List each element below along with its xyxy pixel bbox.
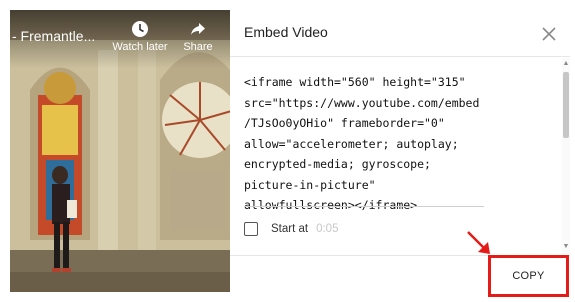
watch-later-button[interactable]: Watch later	[106, 20, 174, 53]
embed-dialog: Embed Video <iframe width="560" height="…	[230, 10, 570, 297]
video-title[interactable]: - Fremantle...	[12, 28, 95, 44]
share-arrow-icon	[191, 23, 205, 35]
start-at-checkbox[interactable]	[244, 222, 258, 236]
share-button[interactable]: Share	[178, 20, 218, 53]
scroll-down-arrow-icon[interactable]: ▼	[562, 243, 570, 251]
close-icon[interactable]	[541, 26, 557, 42]
embed-code-underline	[244, 206, 484, 207]
copy-highlight-box: COPY	[488, 255, 569, 297]
share-label: Share	[183, 41, 213, 53]
video-preview[interactable]: - Fremantle... Watch later Share	[10, 10, 230, 292]
copy-button[interactable]: COPY	[491, 258, 566, 294]
dialog-header-divider	[230, 56, 570, 57]
embed-code-textarea[interactable]: <iframe width="560" height="315" src="ht…	[244, 72, 484, 216]
start-at-row: Start at 0:05	[244, 220, 338, 238]
annotation-arrow-icon	[467, 231, 490, 254]
start-at-label: Start at	[271, 223, 309, 235]
scrollbar-thumb[interactable]	[563, 72, 569, 138]
clock-icon	[132, 21, 148, 37]
watch-later-label: Watch later	[112, 41, 168, 53]
scroll-up-arrow-icon[interactable]: ▲	[562, 60, 570, 68]
start-at-time[interactable]: 0:05	[316, 223, 338, 235]
dialog-title: Embed Video	[244, 24, 328, 40]
